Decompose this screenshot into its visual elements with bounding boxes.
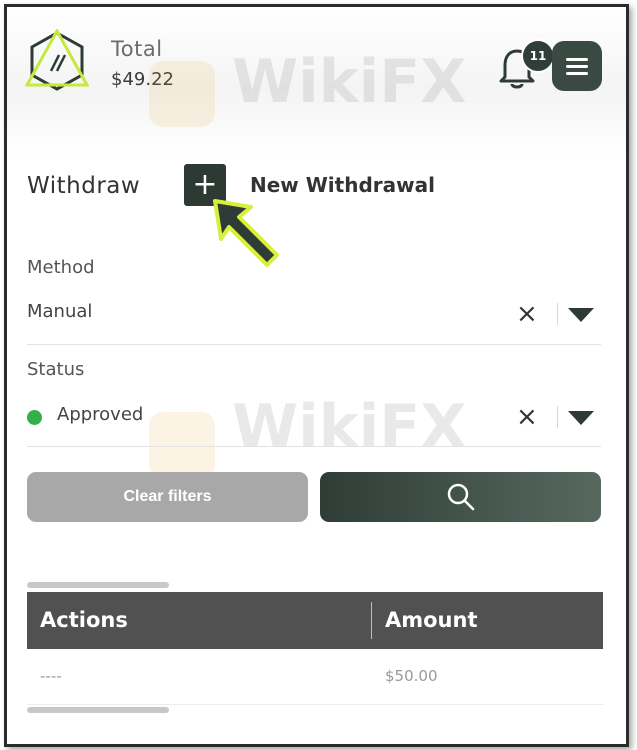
row-actions[interactable]: ---- [40,649,62,704]
method-select[interactable]: Manual [27,301,92,322]
hamburger-icon [566,57,588,61]
row-amount: $50.00 [385,667,438,685]
table-header: Actions Amount [27,592,603,649]
column-divider[interactable] [371,602,372,639]
close-icon[interactable]: × [516,301,538,327]
method-label: Method [27,257,95,278]
menu-button[interactable] [552,41,602,91]
column-header-actions[interactable]: Actions [40,592,128,649]
status-underline [27,446,601,447]
search-icon [447,483,474,511]
status-select[interactable]: Approved [57,404,143,425]
field-divider [557,406,558,428]
horizontal-scrollbar[interactable] [27,582,169,588]
app-frame: Total $49.22 11 WikiFX WikiFX Withdraw +… [4,4,629,747]
watermark-text: WikiFX [232,392,467,462]
page-title: Withdraw [27,173,141,199]
withdrawals-table: Actions Amount ---- $50.00 [27,592,603,705]
status-label: Status [27,359,85,380]
caret-down-icon[interactable] [568,411,594,425]
total-balance: $49.22 [111,69,174,90]
header-bar: Total $49.22 11 [7,7,626,157]
close-icon[interactable]: × [516,404,538,430]
status-indicator [27,410,42,425]
column-header-amount[interactable]: Amount [385,592,478,649]
method-underline [27,344,601,345]
caret-down-icon[interactable] [568,308,594,322]
hexagon-logo-icon [25,29,89,91]
search-button[interactable] [320,472,601,522]
table-row: ---- $50.00 [27,649,603,705]
clear-filters-button[interactable]: Clear filters [27,472,308,522]
horizontal-scrollbar[interactable] [27,707,169,713]
total-label: Total [111,37,163,61]
pointer-arrow-icon [213,199,279,267]
watermark-logo [149,412,215,478]
field-divider [557,303,558,325]
notification-badge: 11 [521,39,555,73]
